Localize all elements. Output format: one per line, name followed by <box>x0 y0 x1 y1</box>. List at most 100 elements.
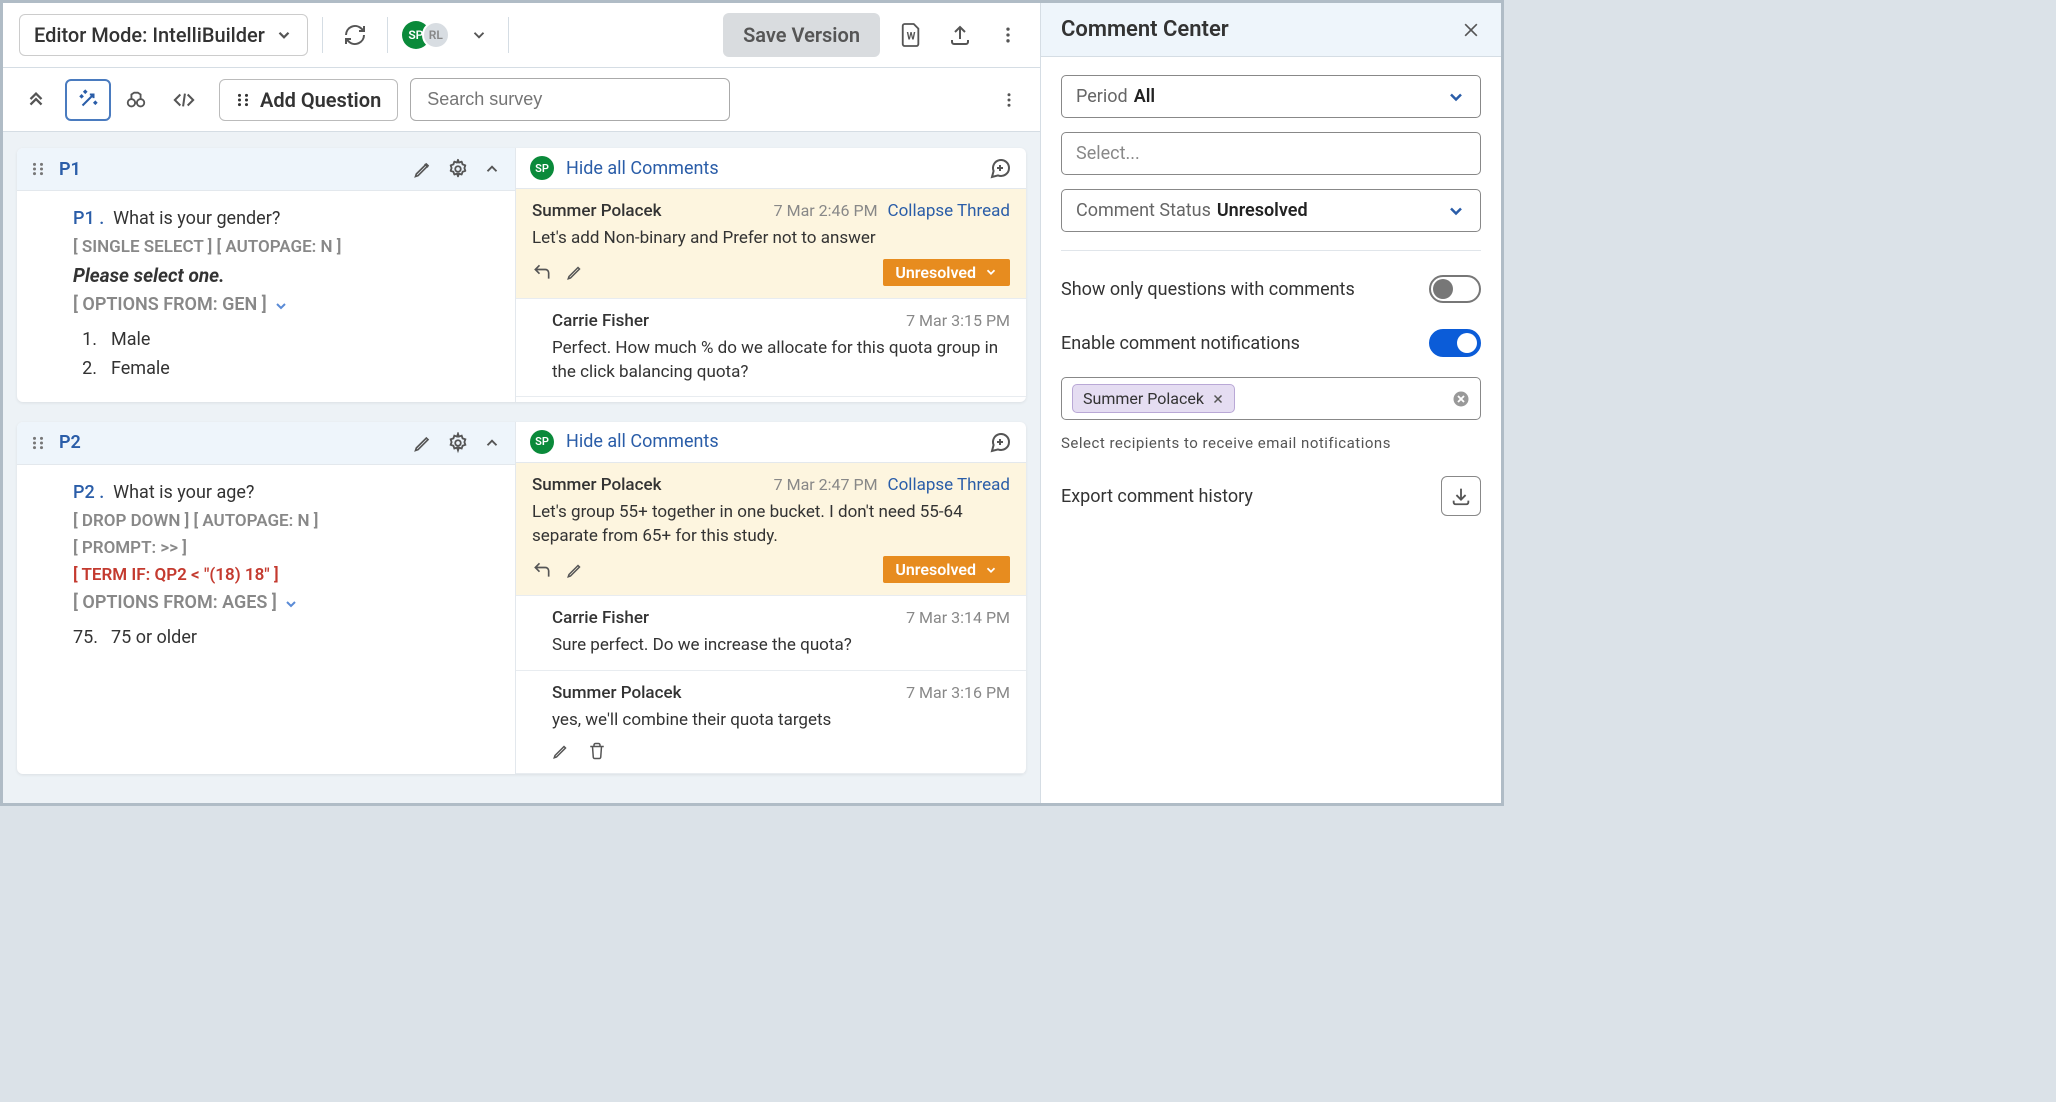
add-question-button[interactable]: Add Question <box>219 79 398 121</box>
question-text[interactable]: What is your gender? <box>113 208 280 229</box>
status-badge[interactable]: Unresolved <box>883 259 1010 286</box>
collapse-thread-link[interactable]: Collapse Thread <box>888 201 1010 221</box>
save-version-button[interactable]: Save Version <box>723 13 880 57</box>
toggle-questions-with-comments[interactable] <box>1429 275 1481 303</box>
comment-author: Summer Polacek <box>552 683 896 703</box>
chevron-up-icon[interactable] <box>483 160 501 178</box>
pencil-icon[interactable] <box>566 263 584 281</box>
download-icon <box>1450 485 1472 507</box>
divider <box>508 17 509 53</box>
comment-time: 7 Mar 2:46 PM <box>774 201 878 220</box>
toggle-label-notifications: Enable comment notifications <box>1061 333 1300 354</box>
period-dropdown[interactable]: PeriodAll <box>1061 75 1481 118</box>
upload-button[interactable] <box>942 17 978 53</box>
collaborators[interactable]: SP RL <box>402 21 450 49</box>
comment-reply: Carrie Fisher 7 Mar 3:15 PM Perfect. How… <box>516 299 1026 398</box>
word-export-button[interactable]: W <box>894 16 928 54</box>
question-block-p1: P1 P1 . What is your gender? [ SINGLE SE… <box>17 148 1026 402</box>
subbar-more-button[interactable] <box>994 83 1024 117</box>
comment-reply: Carrie Fisher 7 Mar 3:14 PM Sure perfect… <box>516 596 1026 671</box>
collapse-thread-link[interactable]: Collapse Thread <box>888 475 1010 495</box>
collapse-all-button[interactable] <box>19 83 53 117</box>
pencil-icon[interactable] <box>552 742 570 760</box>
sub-toolbar: Add Question <box>3 68 1040 132</box>
close-icon[interactable] <box>1461 20 1481 40</box>
avatar-rl: RL <box>422 21 450 49</box>
reply-icon[interactable] <box>532 262 552 282</box>
view-mode-group <box>65 79 207 121</box>
question-text[interactable]: What is your age? <box>113 482 254 503</box>
gear-icon[interactable] <box>447 158 469 180</box>
upload-icon <box>948 23 972 47</box>
search-input[interactable] <box>410 78 730 121</box>
status-dropdown[interactable]: Comment StatusUnresolved <box>1061 189 1481 232</box>
avatar-sp: SP <box>530 430 554 454</box>
question-header[interactable]: P1 <box>17 148 515 191</box>
option-item[interactable]: 2.Female <box>73 355 497 384</box>
option-item[interactable]: 75.75 or older <box>73 624 497 653</box>
question-meta: [ SINGLE SELECT ] [ AUTOPAGE: N ] <box>73 234 497 261</box>
option-item[interactable]: 1.Male <box>73 326 497 355</box>
add-comment-icon[interactable] <box>988 156 1012 180</box>
question-instruction[interactable]: Please select one. <box>73 261 497 291</box>
drag-handle-icon[interactable] <box>31 162 45 176</box>
pencil-icon[interactable] <box>413 159 433 179</box>
collaborators-dropdown[interactable] <box>464 20 494 50</box>
filter-select[interactable]: Select... <box>1061 132 1481 175</box>
comment-body: yes, we'll combine their quota targets <box>552 709 1010 733</box>
kebab-icon <box>1000 89 1018 111</box>
hide-comments-link[interactable]: Hide all Comments <box>566 158 719 179</box>
hide-comments-link[interactable]: Hide all Comments <box>566 431 719 452</box>
question-body: P2 . What is your age? [ DROP DOWN ] [ A… <box>17 465 515 671</box>
comments-header: SP Hide all Comments <box>516 422 1026 463</box>
editor-mode-dropdown[interactable]: Editor Mode: IntelliBuilder <box>19 14 308 56</box>
comment-center-header: Comment Center <box>1041 3 1501 57</box>
comment-center-panel: Comment Center PeriodAll Select... Comme… <box>1041 3 1501 803</box>
options-from[interactable]: [ OPTIONS FROM: AGES ] <box>73 589 299 618</box>
question-id: P2 <box>59 432 399 453</box>
options-from[interactable]: [ OPTIONS FROM: GEN ] <box>73 291 289 320</box>
comment-author: Summer Polacek <box>532 475 764 495</box>
close-icon[interactable] <box>1212 393 1224 405</box>
comment-time: 7 Mar 3:16 PM <box>906 683 1010 702</box>
recipient-chip[interactable]: Summer Polacek <box>1072 384 1235 413</box>
chevron-down-icon <box>275 26 293 44</box>
add-comment-icon[interactable] <box>988 430 1012 454</box>
comment-author: Carrie Fisher <box>552 311 896 331</box>
design-view-button[interactable] <box>65 79 111 121</box>
export-button[interactable] <box>1441 476 1481 516</box>
comment-body: Sure perfect. Do we increase the quota? <box>552 634 1010 658</box>
gear-icon[interactable] <box>447 432 469 454</box>
chevron-down-icon <box>1446 201 1466 221</box>
toggle-comment-notifications[interactable] <box>1429 329 1481 357</box>
question-number: P2 . <box>73 482 104 503</box>
more-menu-button[interactable] <box>992 17 1024 53</box>
clear-icon[interactable] <box>1452 390 1470 408</box>
question-header[interactable]: P2 <box>17 422 515 465</box>
comment-author: Carrie Fisher <box>552 608 896 628</box>
code-view-button[interactable] <box>161 81 207 119</box>
question-number: P1 . <box>73 208 104 229</box>
pencil-icon[interactable] <box>413 433 433 453</box>
status-badge[interactable]: Unresolved <box>883 556 1010 583</box>
pencil-icon[interactable] <box>566 561 584 579</box>
svg-text:W: W <box>907 32 916 43</box>
divider <box>1061 250 1481 251</box>
comment-author: Summer Polacek <box>532 201 764 221</box>
question-meta: [ DROP DOWN ] [ AUTOPAGE: N ] <box>73 508 497 535</box>
comment-reply: Summer Polacek 7 Mar 3:16 PM yes, we'll … <box>516 671 1026 774</box>
chevron-down-icon <box>984 563 998 577</box>
workspace: P1 P1 . What is your gender? [ SINGLE SE… <box>3 132 1040 803</box>
trash-icon[interactable] <box>588 741 606 761</box>
preview-button[interactable] <box>115 81 157 119</box>
drag-handle-icon[interactable] <box>31 436 45 450</box>
refresh-button[interactable] <box>337 17 373 53</box>
panel-title: Comment Center <box>1061 17 1229 42</box>
question-terminate-rule: [ TERM IF: QP2 < "(18) 18" ] <box>73 562 497 589</box>
chevron-up-icon[interactable] <box>483 434 501 452</box>
recipients-input[interactable]: Summer Polacek <box>1061 377 1481 420</box>
reply-icon[interactable] <box>532 560 552 580</box>
comment-time: 7 Mar 2:47 PM <box>774 475 878 494</box>
add-question-label: Add Question <box>260 88 381 112</box>
divider <box>322 17 323 53</box>
